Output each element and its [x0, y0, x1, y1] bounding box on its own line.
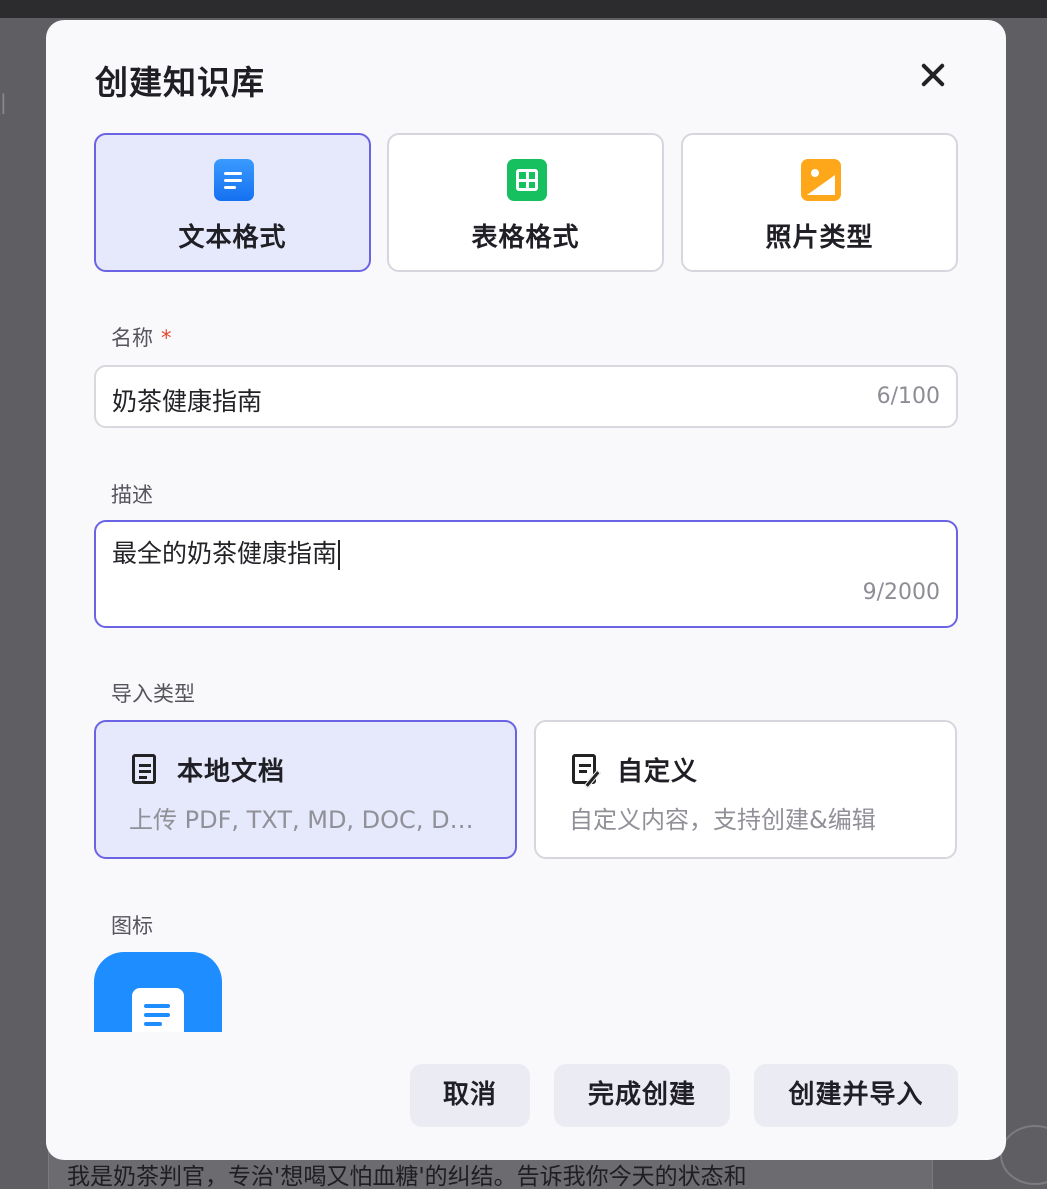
format-option-text[interactable]: 文本格式: [94, 133, 371, 272]
name-input[interactable]: 奶茶健康指南 6/100: [94, 365, 958, 428]
import-option-subtitle: 上传 PDF, TXT, MD, DOC, DOCX 格式的本地文件: [129, 806, 489, 834]
create-and-import-button[interactable]: 创建并导入: [754, 1064, 958, 1127]
background-edge: |: [0, 90, 7, 114]
name-input-value: 奶茶健康指南: [112, 387, 263, 416]
dialog-title: 创建知识库: [95, 63, 265, 102]
spreadsheet-icon: [507, 159, 547, 201]
import-option-subtitle: 自定义内容，支持创建&编辑: [569, 806, 876, 834]
import-option-local-document[interactable]: 本地文档 上传 PDF, TXT, MD, DOC, DOCX 格式的本地文件: [94, 720, 517, 859]
image-icon: [801, 159, 841, 201]
import-option-title: 本地文档: [177, 757, 286, 787]
format-option-label: 照片类型: [765, 223, 874, 253]
import-option-title: 自定义: [617, 757, 699, 787]
format-option-label: 文本格式: [178, 223, 287, 253]
text-caret: [338, 540, 341, 570]
edit-file-icon: [572, 754, 601, 789]
description-char-counter: 9/2000: [862, 580, 940, 605]
icon-label: 图标: [111, 914, 153, 938]
format-option-table[interactable]: 表格格式: [387, 133, 664, 272]
finish-create-button[interactable]: 完成创建: [554, 1064, 730, 1127]
import-type-label: 导入类型: [111, 682, 195, 706]
format-option-photo[interactable]: 照片类型: [681, 133, 958, 272]
format-option-label: 表格格式: [471, 223, 580, 253]
description-textarea[interactable]: 最全的奶茶健康指南 9/2000: [94, 520, 958, 628]
cancel-button[interactable]: 取消: [410, 1064, 530, 1127]
close-icon[interactable]: [916, 58, 950, 92]
import-option-custom[interactable]: 自定义 自定义内容，支持创建&编辑: [534, 720, 957, 859]
required-mark: *: [161, 326, 172, 350]
create-knowledge-base-dialog: 创建知识库 文本格式 表格格式 照片类型 名称 * 奶茶健康指南 6/100 描述…: [46, 20, 1006, 1160]
background-text: 我是奶茶判官，专治'想喝又怕血糖'的纠结。告诉我你今天的状态和: [67, 1164, 747, 1189]
name-label: 名称 *: [111, 326, 172, 350]
top-bar: [0, 0, 1047, 18]
knowledge-base-icon-picker[interactable]: [94, 952, 222, 1032]
document-icon: [214, 159, 254, 201]
description-value: 最全的奶茶健康指南: [112, 539, 338, 568]
description-label: 描述: [111, 483, 153, 507]
file-text-icon: [132, 754, 156, 784]
document-icon: [132, 988, 184, 1032]
background-circle: [1000, 1125, 1047, 1185]
name-char-counter: 6/100: [876, 384, 940, 409]
